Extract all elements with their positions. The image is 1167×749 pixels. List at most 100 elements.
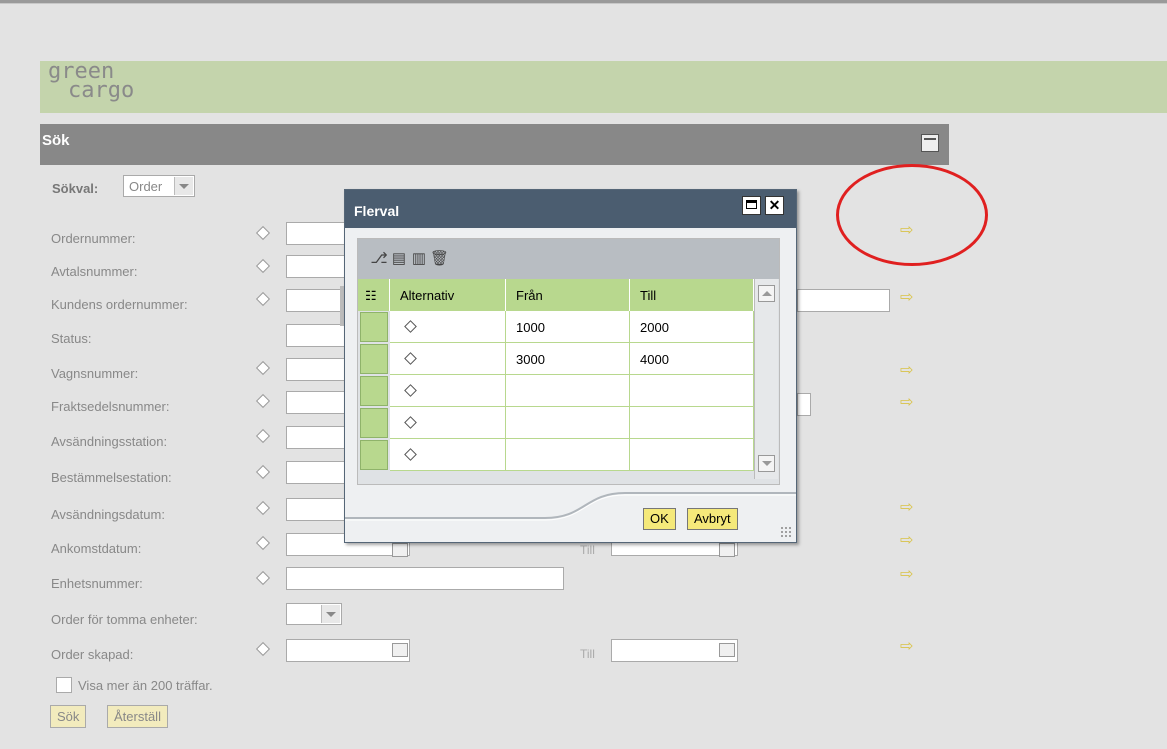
column-header-fran[interactable]: Från	[506, 279, 630, 311]
label-avsandningsstation: Avsändningsstation:	[51, 434, 168, 449]
resize-grip-icon[interactable]	[780, 526, 792, 538]
remove-row-icon[interactable]: ▥	[410, 250, 428, 268]
row-selector[interactable]	[360, 408, 388, 438]
chevron-down-icon	[321, 605, 340, 623]
multiselect-arrow-icon[interactable]: ⇨	[900, 532, 918, 550]
show-more-checkbox[interactable]	[56, 677, 72, 693]
cancel-button[interactable]: Avbryt	[687, 508, 738, 530]
order-tomma-enheter-select[interactable]	[286, 603, 342, 625]
sokval-select[interactable]: Order	[123, 175, 195, 197]
bestammelsestation-input[interactable]	[286, 461, 346, 484]
scroll-down-icon[interactable]	[758, 455, 775, 472]
fraktsedelsnummer-input[interactable]	[286, 391, 346, 414]
column-header-label: Till	[640, 288, 657, 303]
from-cell[interactable]: 3000	[506, 343, 630, 375]
column-header-label: Alternativ	[400, 288, 455, 303]
to-cell[interactable]: 4000	[630, 343, 754, 375]
delete-icon[interactable]: 🗑	[430, 250, 449, 268]
dialog-title: Flerval	[354, 203, 400, 219]
table-row-option[interactable]	[390, 439, 506, 471]
calendar-icon[interactable]	[719, 543, 735, 557]
avsandningsstation-input[interactable]	[286, 426, 346, 449]
calendar-icon[interactable]	[392, 643, 408, 657]
close-icon[interactable]: ✕	[765, 196, 784, 215]
ok-button[interactable]: OK	[643, 508, 676, 530]
label-vagnsnummer: Vagnsnummer:	[51, 366, 139, 381]
option-diamond-icon[interactable]	[255, 428, 271, 444]
table-row-option[interactable]	[390, 407, 506, 439]
option-diamond-icon[interactable]	[255, 258, 271, 274]
flerval-dialog: Flerval ✕ ⎇ ▤ ▥ 🗑 ☷ Alternativ Från Till…	[344, 189, 797, 543]
to-cell[interactable]	[630, 375, 754, 407]
column-chooser-header[interactable]: ☷	[358, 279, 390, 311]
option-diamond-icon[interactable]	[255, 360, 271, 376]
add-row-icon[interactable]: ⎇	[370, 250, 388, 268]
row-selector[interactable]	[360, 344, 388, 374]
column-header-till[interactable]: Till	[630, 279, 754, 311]
option-diamond-icon[interactable]	[255, 464, 271, 480]
fraktsedelsnummer-input-ext[interactable]	[797, 393, 811, 416]
kundens-ordernummer-input[interactable]	[286, 289, 346, 312]
ordernummer-input[interactable]	[286, 222, 346, 245]
multiselect-arrow-icon[interactable]: ⇨	[900, 499, 918, 517]
option-diamond-icon[interactable]	[255, 225, 271, 241]
option-diamond-icon[interactable]	[255, 393, 271, 409]
from-cell[interactable]	[506, 407, 630, 439]
row-selector[interactable]	[360, 376, 388, 406]
multiselect-arrow-icon[interactable]: ⇨	[900, 394, 918, 412]
option-diamond-icon[interactable]	[255, 570, 271, 586]
avtalsnummer-input[interactable]	[286, 255, 346, 278]
calendar-icon[interactable]	[392, 543, 408, 557]
sokval-label: Sökval:	[52, 181, 99, 196]
option-diamond-icon[interactable]	[255, 291, 271, 307]
table-row-option[interactable]	[390, 375, 506, 407]
label-ankomstdatum: Ankomstdatum:	[51, 541, 142, 556]
option-diamond-icon[interactable]	[255, 535, 271, 551]
from-cell[interactable]	[506, 375, 630, 407]
label-avsandningsdatum: Avsändningsdatum:	[51, 507, 165, 522]
multiselect-arrow-icon[interactable]: ⇨	[900, 362, 918, 380]
panel-title: Sök	[42, 132, 70, 149]
multiselect-arrow-icon[interactable]: ⇨	[900, 638, 918, 656]
to-cell[interactable]	[630, 407, 754, 439]
insert-row-icon[interactable]: ▤	[390, 250, 408, 268]
chevron-down-icon	[174, 177, 193, 195]
show-more-label: Visa mer än 200 träffar.	[78, 678, 213, 693]
from-cell[interactable]	[506, 439, 630, 471]
search-button[interactable]: Sök	[50, 705, 87, 728]
dialog-title-bar[interactable]: Flerval ✕	[345, 190, 796, 228]
avsandningsdatum-input[interactable]	[286, 498, 346, 521]
dialog-toolbar: ⎇ ▤ ▥ 🗑	[358, 239, 779, 279]
label-ordernummer: Ordernummer:	[51, 231, 136, 246]
search-panel-header: Sök	[40, 124, 949, 165]
label-enhetsnummer: Enhetsnummer:	[51, 576, 143, 591]
maximize-icon[interactable]	[742, 196, 761, 215]
column-header-alternativ[interactable]: Alternativ	[390, 279, 506, 311]
calendar-icon[interactable]	[719, 643, 735, 657]
from-cell[interactable]: 1000	[506, 311, 630, 343]
to-cell[interactable]	[630, 439, 754, 471]
to-cell[interactable]: 2000	[630, 311, 754, 343]
status-input[interactable]	[286, 324, 346, 347]
column-chooser-icon: ☷	[365, 288, 377, 303]
reset-button[interactable]: Återställ	[107, 705, 168, 728]
label-avtalsnummer: Avtalsnummer:	[51, 264, 138, 279]
row-selector[interactable]	[360, 312, 388, 342]
option-diamond-icon	[404, 352, 417, 365]
multiselect-arrow-icon[interactable]: ⇨	[900, 566, 918, 584]
label-order-skapad: Order skapad:	[51, 647, 134, 662]
scroll-up-icon[interactable]	[758, 285, 775, 302]
option-diamond-icon	[404, 448, 417, 461]
collapse-icon[interactable]	[921, 134, 939, 152]
multiselect-arrow-icon[interactable]: ⇨	[900, 289, 918, 307]
kundens-ordernummer-input-ext[interactable]	[797, 289, 890, 312]
enhetsnummer-input[interactable]	[286, 567, 564, 590]
table-row-option[interactable]	[390, 311, 506, 343]
option-diamond-icon[interactable]	[255, 500, 271, 516]
green-cargo-logo: green cargo	[48, 61, 134, 102]
option-diamond-icon[interactable]	[255, 641, 271, 657]
grid-vertical-scrollbar[interactable]	[754, 279, 778, 479]
table-row-option[interactable]	[390, 343, 506, 375]
row-selector[interactable]	[360, 440, 388, 470]
vagnsnummer-input[interactable]	[286, 358, 346, 381]
